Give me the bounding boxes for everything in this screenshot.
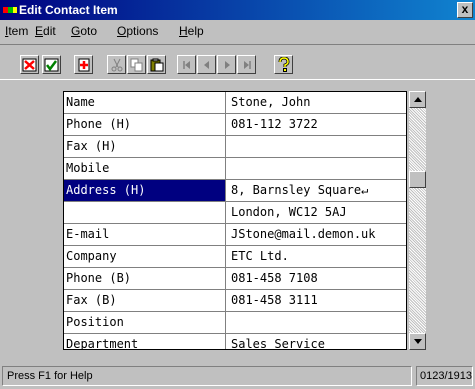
toolbar: [0, 44, 475, 80]
help-icon: [278, 57, 290, 72]
contact-grid-pane: Name Stone, John Phone (H) 081-112 3722 …: [57, 85, 431, 355]
ok-icon: [44, 58, 59, 71]
close-button[interactable]: x: [457, 2, 473, 18]
arrow-down-icon: [413, 339, 422, 344]
table-row[interactable]: London, WC12 5AJ: [64, 202, 406, 224]
first-record-button[interactable]: [177, 55, 196, 74]
record-counter: 0123/1913: [416, 366, 473, 386]
copy-button[interactable]: [127, 55, 146, 74]
menu-bar: Item Edit Goto Options Help: [0, 21, 475, 41]
menu-goto[interactable]: Goto: [71, 24, 97, 38]
title-bar: Edit Contact Item x: [0, 0, 475, 20]
field-value[interactable]: 8, Barnsley Square↵: [227, 180, 406, 201]
table-row[interactable]: Company ETC Ltd.: [64, 246, 406, 268]
field-value[interactable]: Sales Service: [227, 334, 406, 349]
next-record-icon: [224, 60, 230, 69]
table-row[interactable]: Fax (H): [64, 136, 406, 158]
field-label-selected: Address (H): [64, 180, 226, 201]
field-label: E-mail: [64, 224, 226, 245]
status-help-text: Press F1 for Help: [2, 366, 412, 386]
table-row[interactable]: Phone (B) 081-458 7108: [64, 268, 406, 290]
scroll-thumb[interactable]: [409, 171, 426, 188]
help-button[interactable]: [274, 55, 293, 74]
next-record-button[interactable]: [217, 55, 236, 74]
copy-icon: [130, 58, 142, 71]
last-record-icon: [243, 60, 251, 69]
paste-button[interactable]: [147, 55, 166, 74]
field-value[interactable]: [227, 158, 406, 179]
previous-record-button[interactable]: [197, 55, 216, 74]
arrow-up-icon: [413, 97, 422, 102]
field-label: Fax (B): [64, 290, 226, 311]
cancel-icon: [22, 58, 37, 71]
menu-item[interactable]: Item: [5, 24, 28, 38]
field-label: [64, 202, 226, 223]
cut-button[interactable]: [107, 55, 126, 74]
field-value[interactable]: London, WC12 5AJ: [227, 202, 406, 223]
field-value[interactable]: 081-458 3111: [227, 290, 406, 311]
contact-grid: Name Stone, John Phone (H) 081-112 3722 …: [63, 91, 407, 350]
menu-edit[interactable]: Edit: [35, 24, 56, 38]
last-record-button[interactable]: [237, 55, 256, 74]
table-row[interactable]: Position: [64, 312, 406, 334]
new-icon: [78, 58, 89, 71]
field-label: Phone (H): [64, 114, 226, 135]
field-value[interactable]: ETC Ltd.: [227, 246, 406, 267]
menu-options[interactable]: Options: [117, 24, 158, 38]
field-label: Name: [64, 92, 226, 113]
table-row[interactable]: Mobile: [64, 158, 406, 180]
table-row[interactable]: Department Sales Service: [64, 334, 406, 349]
field-label: Fax (H): [64, 136, 226, 157]
field-value[interactable]: 081-458 7108: [227, 268, 406, 289]
table-row[interactable]: Fax (B) 081-458 3111: [64, 290, 406, 312]
table-row[interactable]: E-mail JStone@mail.demon.uk: [64, 224, 406, 246]
app-icon: [3, 7, 17, 13]
field-value[interactable]: Stone, John: [227, 92, 406, 113]
table-row[interactable]: Name Stone, John: [64, 92, 406, 114]
field-label: Department: [64, 334, 226, 349]
vertical-scrollbar[interactable]: [409, 91, 426, 350]
field-label: Mobile: [64, 158, 226, 179]
cancel-button[interactable]: [20, 55, 39, 74]
previous-record-icon: [203, 60, 209, 69]
cut-icon: [111, 58, 122, 71]
menu-help[interactable]: Help: [179, 24, 204, 38]
table-row[interactable]: Phone (H) 081-112 3722: [64, 114, 406, 136]
status-bar: Press F1 for Help 0123/1913: [0, 364, 475, 389]
scroll-up-button[interactable]: [409, 91, 426, 108]
window-title: Edit Contact Item: [19, 3, 118, 17]
ok-button[interactable]: [42, 55, 61, 74]
field-value[interactable]: JStone@mail.demon.uk: [227, 224, 406, 245]
scroll-down-button[interactable]: [409, 333, 426, 350]
new-item-button[interactable]: [74, 55, 93, 74]
field-value[interactable]: [227, 312, 406, 333]
field-label: Company: [64, 246, 226, 267]
field-value[interactable]: 081-112 3722: [227, 114, 406, 135]
paste-icon: [150, 58, 163, 71]
field-value[interactable]: [227, 136, 406, 157]
field-label: Position: [64, 312, 226, 333]
field-label: Phone (B): [64, 268, 226, 289]
table-row-selected[interactable]: Address (H) 8, Barnsley Square↵: [64, 180, 406, 202]
first-record-icon: [182, 60, 190, 69]
close-icon: x: [461, 2, 469, 16]
